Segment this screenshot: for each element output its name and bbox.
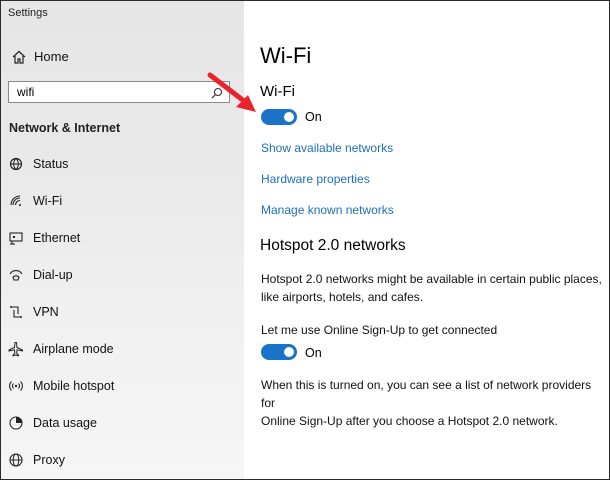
wifi-icon (8, 193, 24, 209)
dialup-icon (8, 267, 24, 283)
online-signup-note-line: Online Sign-Up after you choose a Hotspo… (261, 414, 558, 428)
hotspot-description-line: Hotspot 2.0 networks might be available … (261, 272, 602, 286)
annotation-arrow-icon (207, 72, 256, 112)
toggle-knob (284, 347, 294, 357)
sidebar-item-label: Home (34, 49, 69, 64)
sidebar-item-proxy[interactable]: Proxy (1, 445, 244, 475)
sidebar-item-status[interactable]: Status (1, 149, 244, 179)
hotspot-icon (8, 378, 24, 394)
wifi-toggle[interactable] (261, 109, 297, 125)
sidebar-item-label: Data usage (33, 416, 97, 430)
status-icon (8, 156, 24, 172)
sidebar-item-dialup[interactable]: Dial-up (1, 260, 244, 290)
show-available-networks-link[interactable]: Show available networks (261, 141, 393, 155)
page-title: Wi-Fi (260, 43, 312, 68)
sidebar-item-mobile-hotspot[interactable]: Mobile hotspot (1, 371, 244, 401)
sidebar-item-airplane-mode[interactable]: Airplane mode (1, 334, 244, 364)
settings-window: Settings Home Network & Internet Status (0, 0, 610, 480)
online-signup-label: Let me use Online Sign-Up to get connect… (261, 323, 498, 337)
wifi-toggle-label: On (305, 110, 322, 124)
sidebar-item-wifi[interactable]: Wi-Fi (1, 186, 244, 216)
manage-known-networks-link[interactable]: Manage known networks (261, 203, 394, 217)
search-box[interactable] (8, 81, 230, 103)
sidebar-item-label: Dial-up (33, 268, 73, 282)
home-icon (11, 49, 27, 65)
data-usage-icon (8, 415, 24, 431)
vpn-icon (8, 304, 24, 320)
main-content: Wi-Fi Wi-Fi On Show available networks H… (244, 1, 609, 479)
hardware-properties-link[interactable]: Hardware properties (261, 172, 370, 186)
airplane-icon (8, 341, 24, 357)
sidebar-item-label: Status (33, 157, 69, 171)
sidebar-item-vpn[interactable]: VPN (1, 297, 244, 327)
online-signup-note: When this is turned on, you can see a li… (261, 376, 606, 430)
online-signup-toggle-label: On (305, 346, 322, 360)
sidebar-item-home[interactable]: Home (1, 44, 244, 70)
globe-icon (8, 452, 24, 468)
sidebar-item-label: Mobile hotspot (33, 379, 115, 393)
sidebar-item-label: VPN (33, 305, 59, 319)
hotspot-description: Hotspot 2.0 networks might be available … (261, 270, 606, 306)
app-title: Settings (8, 7, 48, 19)
search-input[interactable] (9, 82, 204, 102)
hotspot-description-line: like airports, hotels, and cafes. (261, 290, 424, 304)
sidebar-item-label: Wi-Fi (33, 194, 63, 208)
sidebar-item-label: Airplane mode (33, 342, 114, 356)
online-signup-note-line: When this is turned on, you can see a li… (261, 378, 592, 410)
section-heading: Network & Internet (9, 121, 121, 135)
sidebar-item-ethernet[interactable]: Ethernet (1, 223, 244, 253)
toggle-knob (284, 112, 294, 122)
ethernet-icon (8, 230, 24, 246)
hotspot-section-title: Hotspot 2.0 networks (260, 237, 406, 254)
online-signup-toggle[interactable] (261, 344, 297, 360)
sidebar-item-data-usage[interactable]: Data usage (1, 408, 244, 438)
sidebar-item-label: Ethernet (33, 231, 81, 245)
sidebar-item-label: Proxy (33, 453, 65, 467)
